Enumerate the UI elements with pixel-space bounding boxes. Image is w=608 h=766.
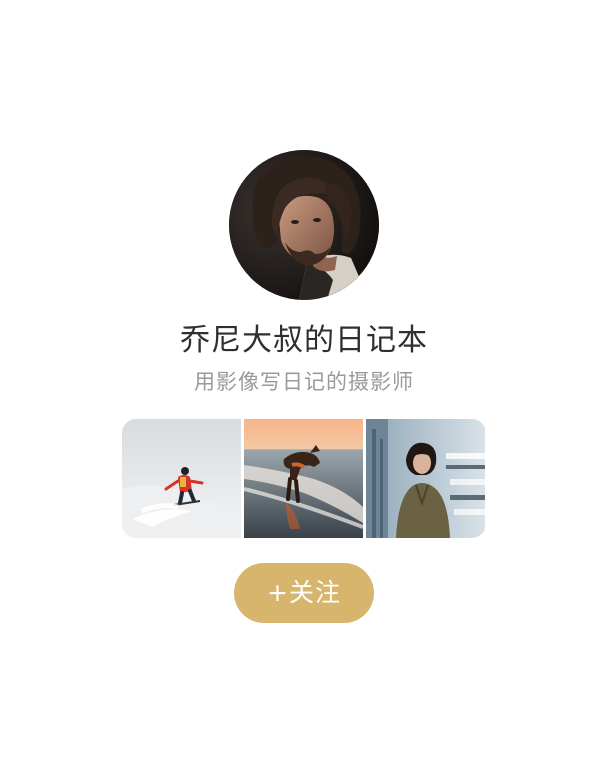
tagline: 用影像写日记的摄影师 (194, 370, 414, 394)
dog-on-beach-photo (244, 419, 363, 538)
follow-button[interactable]: +关注 (234, 563, 374, 623)
profile-card: 乔尼大叔的日记本 用影像写日记的摄影师 +关注 (0, 0, 608, 766)
photo-thumb-woman-portrait[interactable] (366, 419, 485, 538)
photo-strip (122, 419, 486, 538)
photo-thumb-dog-beach[interactable] (244, 419, 363, 538)
avatar[interactable] (229, 150, 379, 300)
snowboarder-photo (122, 419, 241, 538)
photo-thumb-snowboarder[interactable] (122, 419, 241, 538)
woman-portrait-photo (366, 419, 485, 538)
avatar-photo (229, 150, 379, 300)
display-name: 乔尼大叔的日记本 (180, 323, 428, 358)
